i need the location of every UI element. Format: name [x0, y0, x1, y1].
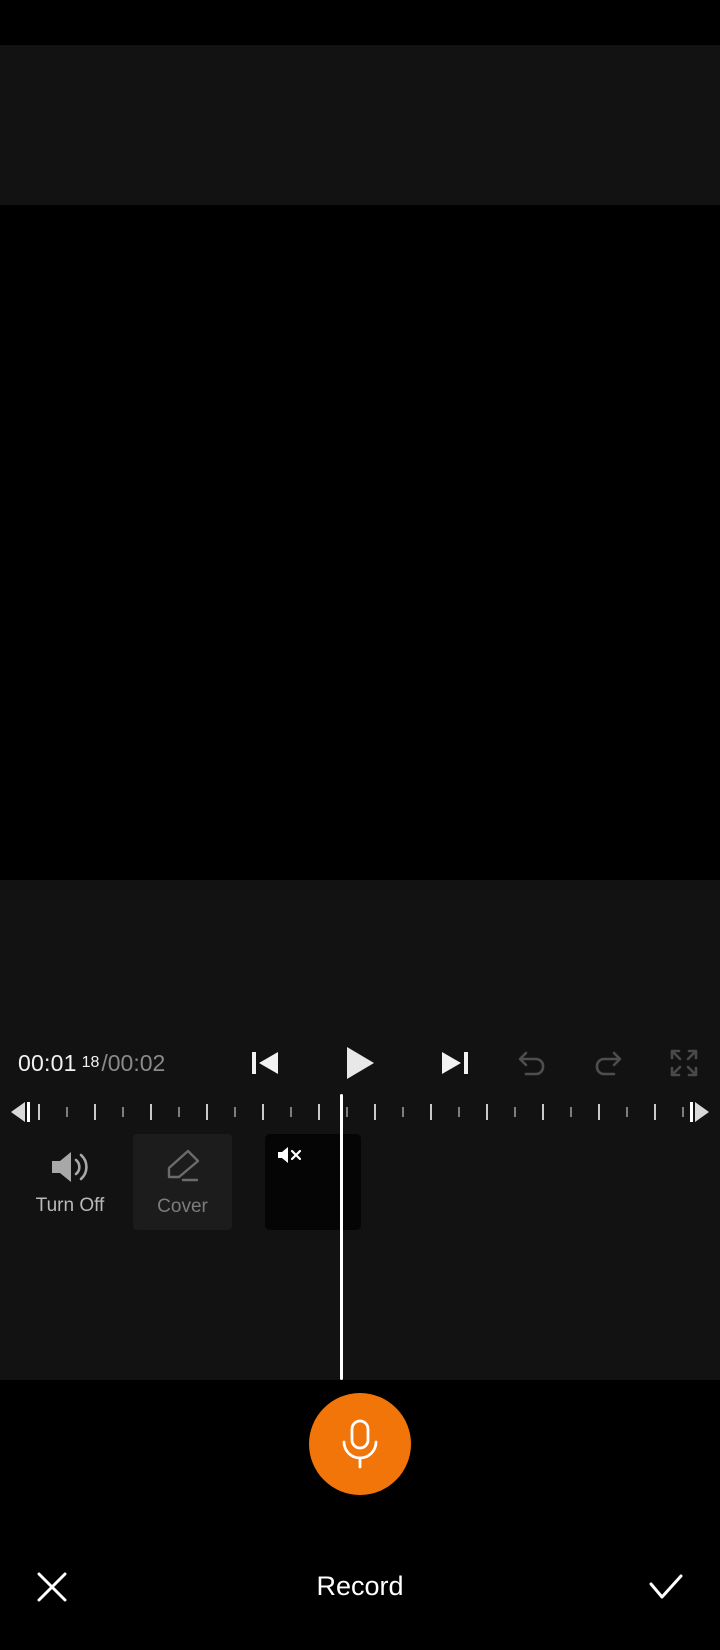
cancel-button[interactable] — [24, 1559, 80, 1615]
preview-top-band — [0, 45, 720, 205]
cover-button[interactable]: Cover — [133, 1134, 232, 1230]
check-icon — [649, 1574, 683, 1598]
pencil-icon — [167, 1149, 199, 1182]
speaker-on-icon — [52, 1151, 88, 1182]
record-audio-screen: 00:01 18 / 00:02 Turn Off Cover Record — [0, 0, 720, 1650]
microphone-icon — [342, 1419, 378, 1469]
close-icon — [37, 1572, 67, 1601]
bottom-bar-title: Record — [316, 1571, 404, 1601]
ruler-tick — [122, 1107, 124, 1117]
status-bar — [0, 0, 720, 45]
ruler-out-marker[interactable] — [682, 1100, 712, 1124]
ruler-tick — [654, 1104, 656, 1120]
ruler-tick — [570, 1107, 572, 1117]
play-button[interactable] — [337, 1040, 383, 1086]
timeline-ruler[interactable] — [0, 1094, 720, 1130]
video-preview[interactable] — [0, 205, 720, 880]
ruler-tick-group — [0, 1094, 720, 1130]
audio-toggle-label: Turn Off — [35, 1194, 105, 1216]
ruler-tick — [262, 1104, 264, 1120]
ruler-tick — [150, 1104, 152, 1120]
skip-previous-icon — [252, 1052, 278, 1074]
next-frame-button[interactable] — [431, 1040, 477, 1086]
ruler-tick — [38, 1104, 40, 1120]
ruler-tick — [402, 1107, 404, 1117]
record-button[interactable] — [309, 1393, 411, 1495]
cover-label: Cover — [157, 1196, 208, 1217]
ruler-tick — [598, 1104, 600, 1120]
timecode-total: 00:02 — [107, 1049, 166, 1076]
ruler-tick — [178, 1107, 180, 1117]
timeline-track-row: Turn Off Cover — [0, 1130, 720, 1230]
ruler-tick — [458, 1107, 460, 1117]
ruler-tick — [346, 1107, 348, 1117]
skip-next-icon — [442, 1052, 468, 1074]
redo-icon — [595, 1051, 622, 1076]
play-icon — [347, 1047, 374, 1079]
transport-right-controls — [514, 1037, 702, 1089]
ruler-tick — [206, 1104, 208, 1120]
redo-button[interactable] — [590, 1045, 626, 1081]
timeline-playhead[interactable] — [340, 1094, 343, 1380]
fullscreen-icon — [670, 1049, 698, 1077]
fullscreen-button[interactable] — [666, 1045, 702, 1081]
ruler-tick — [290, 1107, 292, 1117]
timecode-frames: 18 — [81, 1054, 100, 1071]
ruler-tick — [626, 1107, 628, 1117]
confirm-button[interactable] — [638, 1559, 694, 1615]
ruler-tick — [486, 1104, 488, 1120]
video-clip-thumbnail[interactable] — [265, 1134, 361, 1230]
ruler-tick — [430, 1104, 432, 1120]
audio-toggle-button[interactable]: Turn Off — [22, 1136, 118, 1228]
ruler-tick — [374, 1104, 376, 1120]
clip-mute-badge — [276, 1145, 306, 1165]
prev-frame-button[interactable] — [243, 1040, 289, 1086]
ruler-tick — [514, 1107, 516, 1117]
ruler-tick — [234, 1107, 236, 1117]
out-point-icon — [690, 1102, 709, 1122]
undo-button[interactable] — [514, 1045, 550, 1081]
bottom-action-bar: Record — [0, 1523, 720, 1650]
ruler-tick — [542, 1104, 544, 1120]
timecode-current: 00:01 — [18, 1049, 77, 1076]
undo-icon — [518, 1051, 545, 1076]
ruler-tick — [94, 1104, 96, 1120]
timecode-display: 00:01 18 / 00:02 — [18, 1037, 165, 1089]
transport-bar: 00:01 18 / 00:02 — [0, 1037, 720, 1089]
ruler-tick — [318, 1104, 320, 1120]
ruler-tick — [66, 1107, 68, 1117]
speaker-muted-icon — [278, 1147, 302, 1163]
